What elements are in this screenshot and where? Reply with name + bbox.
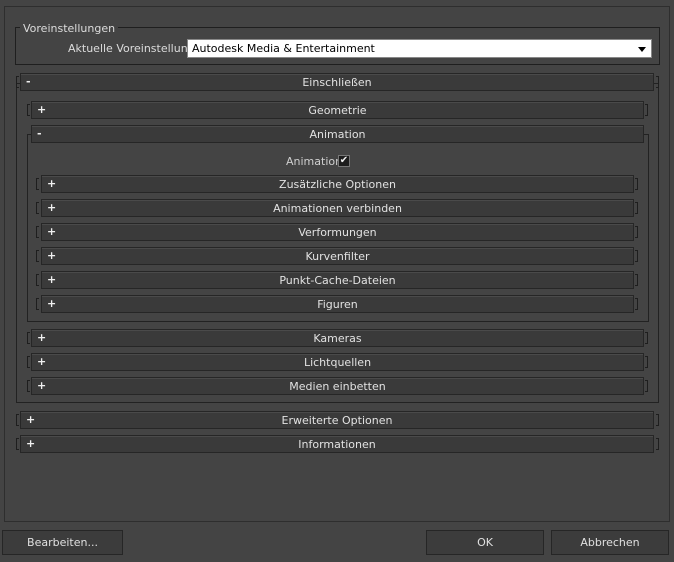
rollout-bake-animation-title: Animationen verbinden — [273, 202, 402, 215]
rollout-bracket-left — [36, 202, 39, 214]
rollout-bracket-right — [645, 356, 648, 368]
rollout-deformations[interactable]: + Verformungen — [41, 223, 634, 241]
rollout-advanced-options[interactable]: + Erweiterte Optionen — [20, 411, 654, 429]
rollout-animation-title: Animation — [309, 128, 366, 141]
rollout-bracket-right — [656, 76, 659, 88]
presets-group-title: Voreinstellungen — [20, 22, 119, 35]
rollout-embed-media[interactable]: + Medien einbetten — [31, 377, 644, 395]
rollout-characters-title: Figuren — [317, 298, 358, 311]
rollout-point-cache-title: Punkt-Cache-Dateien — [279, 274, 396, 287]
rollout-bracket-left — [27, 356, 30, 368]
rollout-cameras-title: Kameras — [313, 332, 362, 345]
rollout-bracket-left — [16, 438, 19, 450]
rollout-bracket-right — [635, 250, 638, 262]
rollout-bracket-right — [656, 438, 659, 450]
rollout-bracket-left — [36, 250, 39, 262]
rollout-bracket-left — [36, 178, 39, 190]
edit-button[interactable]: Bearbeiten... — [2, 530, 123, 555]
animation-checkbox-label: Animation — [286, 155, 343, 168]
rollout-geometry[interactable]: + Geometrie — [31, 101, 644, 119]
rollout-bracket-left — [27, 332, 30, 344]
rollout-bracket-left — [36, 298, 39, 310]
rollout-bracket-left — [27, 380, 30, 392]
rollout-bracket-left — [16, 414, 19, 426]
current-preset-label: Aktuelle Voreinstellung: — [68, 42, 199, 55]
rollout-animation[interactable]: - Animation — [31, 125, 644, 143]
rollout-additional-options[interactable]: + Zusätzliche Optionen — [41, 175, 634, 193]
rollout-bracket-right — [656, 414, 659, 426]
rollout-curve-filters-title: Kurvenfilter — [305, 250, 370, 263]
rollout-bracket-left — [36, 274, 39, 286]
cancel-button[interactable]: Abbrechen — [551, 530, 669, 555]
rollout-bake-animation[interactable]: + Animationen verbinden — [41, 199, 634, 217]
rollout-bracket-left — [27, 104, 30, 116]
rollout-additional-options-title: Zusätzliche Optionen — [279, 178, 396, 191]
rollout-include[interactable]: - Einschließen — [20, 73, 654, 91]
rollout-bracket-right — [645, 380, 648, 392]
rollout-lights[interactable]: + Lichtquellen — [31, 353, 644, 371]
preset-dropdown[interactable]: Autodesk Media & Entertainment — [187, 39, 652, 58]
rollout-bracket-right — [635, 226, 638, 238]
rollout-information-title: Informationen — [298, 438, 376, 451]
rollout-bracket-right — [645, 104, 648, 116]
rollout-characters[interactable]: + Figuren — [41, 295, 634, 313]
preset-dropdown-value: Autodesk Media & Entertainment — [192, 42, 375, 55]
rollout-bracket-right — [635, 274, 638, 286]
rollout-lights-title: Lichtquellen — [303, 356, 372, 369]
chevron-down-icon[interactable] — [638, 47, 646, 52]
rollout-information[interactable]: + Informationen — [20, 435, 654, 453]
rollout-bracket-right — [635, 298, 638, 310]
ok-button[interactable]: OK — [426, 530, 544, 555]
rollout-bracket-left — [16, 76, 19, 88]
animation-checkbox[interactable]: ✔ — [338, 155, 350, 167]
rollout-point-cache[interactable]: + Punkt-Cache-Dateien — [41, 271, 634, 289]
rollout-include-title: Einschließen — [302, 76, 372, 89]
rollout-geometry-title: Geometrie — [308, 104, 367, 117]
rollout-bracket-right — [635, 202, 638, 214]
rollout-embed-media-title: Medien einbetten — [289, 380, 386, 393]
rollout-bracket-right — [645, 332, 648, 344]
rollout-advanced-options-title: Erweiterte Optionen — [281, 414, 393, 427]
rollout-cameras[interactable]: + Kameras — [31, 329, 644, 347]
rollout-bracket-right — [635, 178, 638, 190]
rollout-bracket-left — [36, 226, 39, 238]
rollout-curve-filters[interactable]: + Kurvenfilter — [41, 247, 634, 265]
checkmark-icon: ✔ — [339, 155, 349, 166]
rollout-deformations-title: Verformungen — [298, 226, 377, 239]
